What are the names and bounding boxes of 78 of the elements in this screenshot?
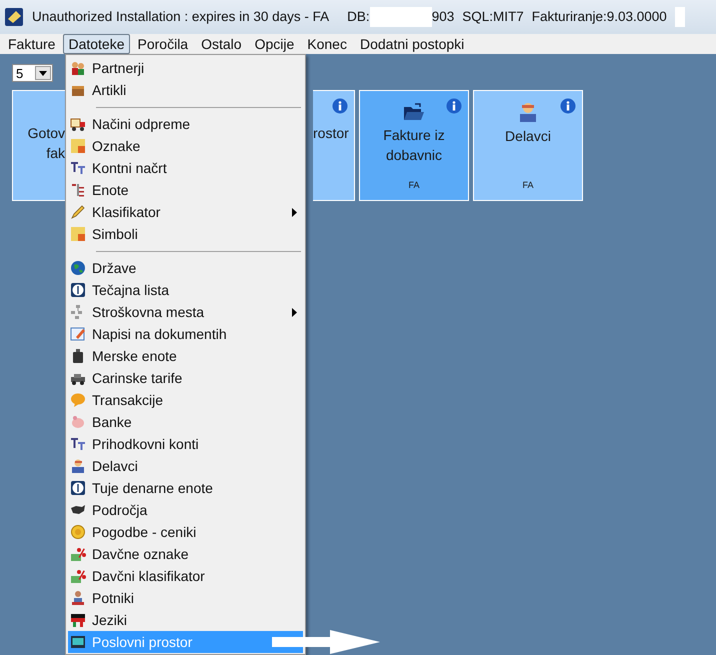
workers-icon: [70, 458, 86, 474]
info-icon[interactable]: [446, 98, 462, 114]
window-title: Unauthorized Installation : expires in 30 days - FA: [32, 8, 330, 26]
pencil-icon: [70, 204, 86, 220]
menu-bar-item[interactable]: Poročila: [132, 34, 194, 54]
menu-item[interactable]: Davčni klasifikator: [68, 565, 303, 587]
tile-code: FA: [521, 178, 534, 192]
percent-icon: [70, 546, 86, 562]
menu-item[interactable]: Davčne oznake: [68, 543, 303, 565]
menu-item[interactable]: Tuje denarne enote: [68, 477, 303, 499]
app-icon: [4, 7, 24, 27]
menu-item[interactable]: Jeziki: [68, 609, 303, 631]
tile-code: FA: [407, 178, 420, 192]
document-icon: [70, 326, 86, 342]
menu-item[interactable]: Carinske tarife: [68, 367, 303, 389]
menu-item[interactable]: Banke: [68, 411, 303, 433]
menu-bar-item[interactable]: Opcije: [250, 34, 300, 54]
menu-item[interactable]: Transakcije: [68, 389, 303, 411]
menu-item[interactable]: Enote: [68, 179, 303, 201]
redacted-box: [674, 7, 685, 27]
menu-item[interactable]: Partnerji: [68, 57, 303, 79]
menu-item[interactable]: Artikli: [68, 79, 303, 101]
menu-item[interactable]: Klasifikator: [68, 201, 303, 223]
tile-label: Gotov: [28, 124, 65, 143]
menu-item[interactable]: Delavci: [68, 455, 303, 477]
workers-icon: [517, 102, 539, 122]
menu-bar-item[interactable]: Konec: [302, 34, 352, 54]
tile-label: rostor: [313, 124, 349, 143]
menu-item[interactable]: Področja: [68, 499, 303, 521]
person-icon: [70, 590, 86, 606]
menu-item[interactable]: Merske enote: [68, 345, 303, 367]
redacted-box: [370, 7, 432, 27]
page-size-dropdown[interactable]: 5: [12, 64, 53, 82]
db-label: DB:: [347, 8, 370, 26]
menu-item[interactable]: Države: [68, 257, 303, 279]
letters-icon: [70, 436, 86, 452]
menu-bar-item[interactable]: Dodatni postopki: [354, 34, 470, 54]
globe-icon: [70, 260, 86, 276]
menu-item[interactable]: Potniki: [68, 587, 303, 609]
dropdown-arrow-icon: [39, 70, 47, 76]
flag-icon: [70, 612, 86, 628]
letters-icon: [70, 160, 86, 176]
module-tile[interactable]: Gotov fak: [12, 90, 65, 201]
menu-item[interactable]: Tečajna lista: [68, 279, 303, 301]
menu-item[interactable]: Simboli: [68, 223, 303, 245]
piggy-bank-icon: [70, 414, 86, 430]
menu-item[interactable]: Oznake: [68, 135, 303, 157]
info-icon[interactable]: [332, 98, 348, 114]
truck-icon: [70, 116, 86, 132]
folder-icon: [403, 103, 425, 121]
tile-label: fak: [46, 144, 65, 163]
menu-item[interactable]: Pogodbe - ceniki: [68, 521, 303, 543]
module-tile[interactable]: rostor: [313, 90, 355, 201]
speech-icon: [70, 392, 86, 408]
people-icon: [70, 60, 86, 76]
tag-icon: [70, 226, 86, 242]
tree-icon: [70, 182, 86, 198]
sql-label: SQL:MIT7: [462, 8, 524, 26]
menu-bar-item[interactable]: Datoteke: [63, 34, 130, 54]
version-label: Fakturiranje:9.03.0000: [532, 8, 667, 26]
module-tile[interactable]: Delavci FA: [473, 90, 583, 201]
tag-icon: [70, 138, 86, 154]
info-icon[interactable]: [560, 98, 576, 114]
menu-item[interactable]: Stroškovna mesta: [68, 301, 303, 323]
db-suffix: 903: [432, 8, 454, 26]
menu-bar-item[interactable]: Fakture: [3, 34, 60, 54]
menu-item[interactable]: Prihodkovni konti: [68, 433, 303, 455]
tile-label: Delavci: [505, 127, 551, 146]
coin-icon: [70, 524, 86, 540]
menu-bar-item[interactable]: Ostalo: [196, 34, 247, 54]
weight-icon: [70, 348, 86, 364]
tile-label: dobavnic: [386, 146, 442, 165]
tile-label: Fakture iz: [383, 126, 445, 145]
module-tile[interactable]: Fakture iz dobavnic FA: [359, 90, 469, 201]
menu-item[interactable]: Načini odpreme: [68, 113, 303, 135]
menu-item[interactable]: Kontni načrt: [68, 157, 303, 179]
menu-item[interactable]: Napisi na dokumentih: [68, 323, 303, 345]
percent-icon: [70, 568, 86, 584]
